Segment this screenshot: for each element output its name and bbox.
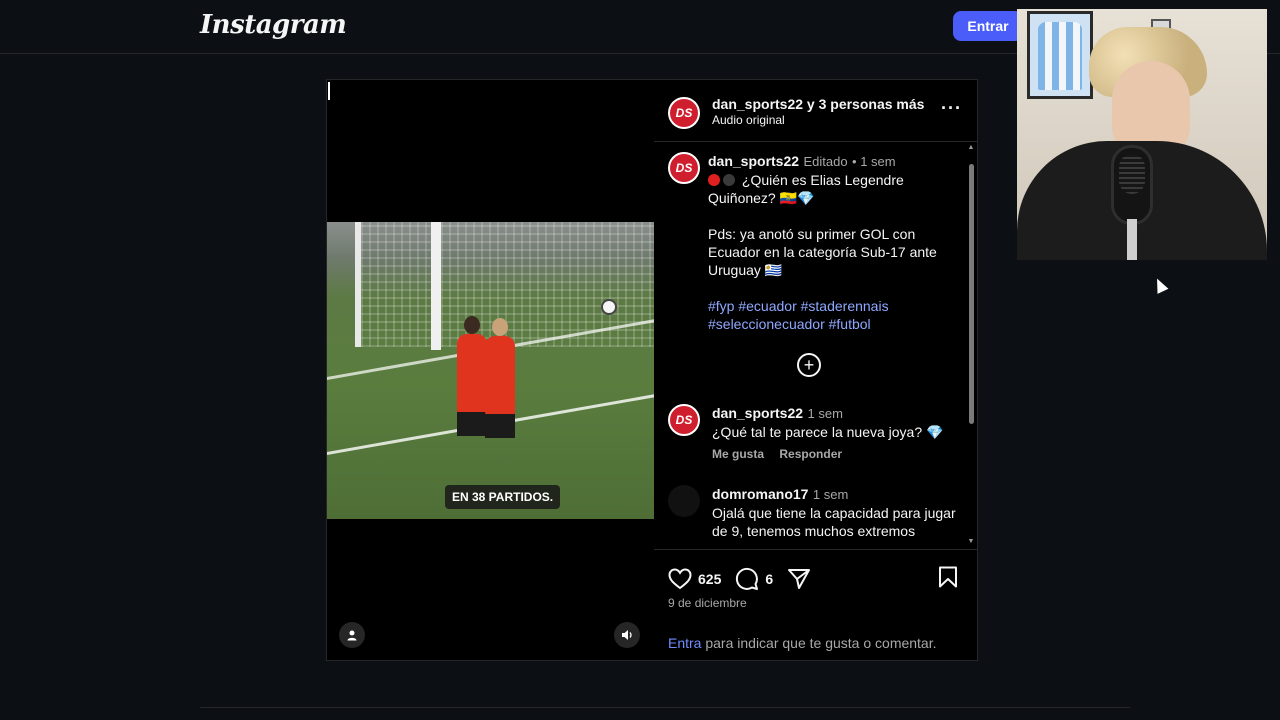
caption-hashtags[interactable]: #fyp #ecuador #staderennais #seleccionec… [708,297,958,333]
red-circle-emoji [708,174,720,186]
scroll-down-arrow[interactable]: ▼ [967,538,975,545]
post-date: 9 de diciembre [668,596,747,610]
microphone [1111,145,1153,225]
caption-username[interactable]: dan_sports22 [708,153,799,169]
login-button[interactable]: Entrar [953,11,1023,41]
mouse-cursor-icon [1151,276,1169,294]
comment-time: 1 sem [812,487,849,502]
scroll-thumb[interactable] [969,164,974,424]
black-circle-emoji [723,174,735,186]
text-cursor [328,82,330,100]
like-count: 625 [698,571,722,587]
post-author-names[interactable]: dan_sports22 y 3 personas más [712,96,924,112]
share-button[interactable] [787,568,817,590]
bookmark-icon[interactable] [938,566,958,593]
footer-divider [200,707,1130,708]
caption-time: 1 sem [860,154,896,169]
post-video[interactable]: EN 38 PARTIDOS. [327,80,654,660]
login-prompt: Entra para indicar que te gusta o coment… [668,635,937,651]
comment-like-button[interactable]: Me gusta [712,447,764,461]
comment-username[interactable]: dan_sports22 [712,405,803,421]
comment-reply-button[interactable]: Responder [779,447,842,461]
microphone-stand [1127,219,1137,260]
post-sidebar: DS dan_sports22 y 3 personas más Audio o… [654,80,977,660]
comment-icon[interactable] [735,567,759,591]
post-actions: 625 6 [668,565,831,593]
avatar[interactable] [668,485,700,517]
post-header: DS dan_sports22 y 3 personas más Audio o… [654,80,977,142]
caption-line-1: ¿Quién es Elias Legendre Quiñonez? 🇪🇨💎 [708,172,904,206]
soccer-ball [601,299,617,315]
goal-post [431,222,441,350]
heart-icon[interactable] [668,568,692,590]
audio-label[interactable]: Audio original [712,113,785,127]
login-prompt-text: para indicar que te gusta o comentar. [701,635,937,651]
video-caption-overlay: EN 38 PARTIDOS. [445,485,561,509]
comments-scrollbar[interactable]: ▲ ▼ [967,144,975,549]
caption: dan_sports22 Editado • 1 sem ¿Quién es E… [708,153,958,333]
comment-item: domromano17 1 sem Ojalá que tiene la cap… [712,486,962,540]
more-icon[interactable]: ··· [941,98,962,119]
comment-username[interactable]: domromano17 [712,486,808,502]
avatar[interactable]: DS [668,404,700,436]
comment-button[interactable]: 6 [735,567,773,591]
speaker-icon[interactable] [614,622,640,648]
like-button[interactable]: 625 [668,568,721,590]
framed-jersey [1027,11,1093,99]
webcam-overlay [1017,9,1267,260]
plus-circle-icon[interactable]: + [797,353,821,377]
comment-time: 1 sem [807,406,843,421]
avatar[interactable]: DS [668,97,700,129]
post-container: EN 38 PARTIDOS. DS dan_sports22 y 3 pers… [326,79,978,661]
comment-text: Ojalá que tiene la capacidad para jugar … [712,505,956,539]
user-tag-icon[interactable] [339,622,365,648]
player-figure [485,318,515,438]
comment-text: ¿Qué tal te parece la nueva joya? 💎 [712,424,944,440]
instagram-logo[interactable]: Instagram [200,10,347,40]
share-icon[interactable] [787,568,811,590]
caption-line-2: Pds: ya anotó su primer GOL con Ecuador … [708,226,937,278]
scroll-up-arrow[interactable]: ▲ [967,144,975,151]
avatar[interactable]: DS [668,152,700,184]
video-frame: EN 38 PARTIDOS. [327,222,654,519]
player-figure [457,316,487,436]
edited-label: Editado [803,154,848,169]
comment-item: dan_sports22 1 sem ¿Qué tal te parece la… [712,405,962,461]
comment-count: 6 [765,571,774,587]
comments-section[interactable]: DS dan_sports22 Editado • 1 sem ¿Quién e… [654,142,977,550]
login-link[interactable]: Entra [668,635,701,651]
